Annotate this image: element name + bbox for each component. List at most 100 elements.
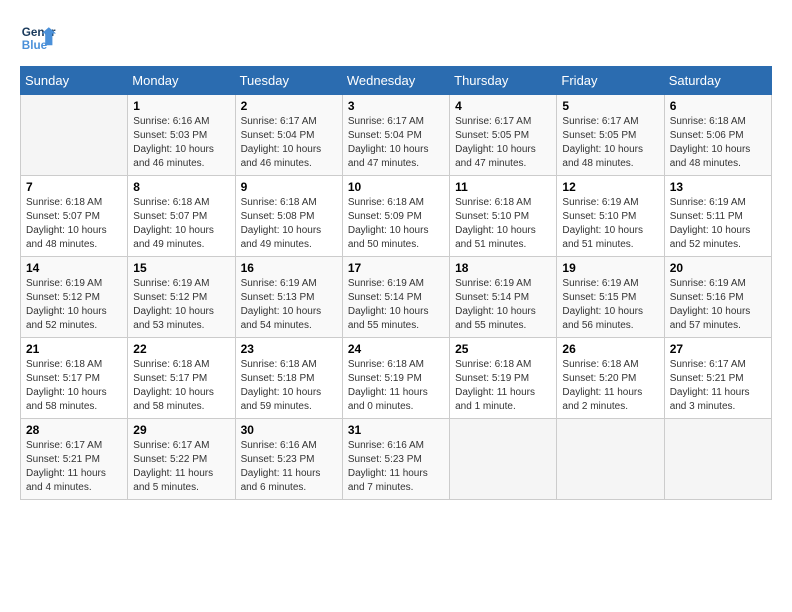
weekday-header-thursday: Thursday <box>450 67 557 95</box>
day-info: Sunrise: 6:17 AM Sunset: 5:04 PM Dayligh… <box>241 115 337 171</box>
day-number: 9 <box>241 180 337 194</box>
day-info: Sunrise: 6:19 AM Sunset: 5:11 PM Dayligh… <box>670 196 766 252</box>
day-number: 23 <box>241 342 337 356</box>
weekday-header-tuesday: Tuesday <box>235 67 342 95</box>
day-number: 27 <box>670 342 766 356</box>
day-info: Sunrise: 6:19 AM Sunset: 5:12 PM Dayligh… <box>133 277 229 333</box>
day-number: 7 <box>26 180 122 194</box>
logo: General Blue <box>20 20 56 56</box>
day-cell: 31 Sunrise: 6:16 AM Sunset: 5:23 PM Dayl… <box>342 419 449 500</box>
week-row-3: 14 Sunrise: 6:19 AM Sunset: 5:12 PM Dayl… <box>21 257 772 338</box>
day-cell: 3 Sunrise: 6:17 AM Sunset: 5:04 PM Dayli… <box>342 95 449 176</box>
day-info: Sunrise: 6:18 AM Sunset: 5:20 PM Dayligh… <box>562 358 658 414</box>
day-info: Sunrise: 6:19 AM Sunset: 5:12 PM Dayligh… <box>26 277 122 333</box>
day-info: Sunrise: 6:18 AM Sunset: 5:08 PM Dayligh… <box>241 196 337 252</box>
day-info: Sunrise: 6:17 AM Sunset: 5:05 PM Dayligh… <box>455 115 551 171</box>
logo-icon: General Blue <box>20 20 56 56</box>
weekday-header-wednesday: Wednesday <box>342 67 449 95</box>
day-info: Sunrise: 6:17 AM Sunset: 5:21 PM Dayligh… <box>26 439 122 495</box>
day-number: 29 <box>133 423 229 437</box>
day-cell: 30 Sunrise: 6:16 AM Sunset: 5:23 PM Dayl… <box>235 419 342 500</box>
day-info: Sunrise: 6:19 AM Sunset: 5:10 PM Dayligh… <box>562 196 658 252</box>
day-number: 13 <box>670 180 766 194</box>
day-cell: 28 Sunrise: 6:17 AM Sunset: 5:21 PM Dayl… <box>21 419 128 500</box>
day-cell: 8 Sunrise: 6:18 AM Sunset: 5:07 PM Dayli… <box>128 176 235 257</box>
day-cell <box>557 419 664 500</box>
week-row-1: 1 Sunrise: 6:16 AM Sunset: 5:03 PM Dayli… <box>21 95 772 176</box>
day-info: Sunrise: 6:16 AM Sunset: 5:03 PM Dayligh… <box>133 115 229 171</box>
day-info: Sunrise: 6:17 AM Sunset: 5:21 PM Dayligh… <box>670 358 766 414</box>
weekday-header-friday: Friday <box>557 67 664 95</box>
week-row-4: 21 Sunrise: 6:18 AM Sunset: 5:17 PM Dayl… <box>21 338 772 419</box>
day-info: Sunrise: 6:19 AM Sunset: 5:14 PM Dayligh… <box>348 277 444 333</box>
day-cell: 19 Sunrise: 6:19 AM Sunset: 5:15 PM Dayl… <box>557 257 664 338</box>
day-number: 31 <box>348 423 444 437</box>
weekday-header-row: SundayMondayTuesdayWednesdayThursdayFrid… <box>21 67 772 95</box>
day-info: Sunrise: 6:18 AM Sunset: 5:06 PM Dayligh… <box>670 115 766 171</box>
day-cell: 26 Sunrise: 6:18 AM Sunset: 5:20 PM Dayl… <box>557 338 664 419</box>
day-info: Sunrise: 6:18 AM Sunset: 5:19 PM Dayligh… <box>455 358 551 414</box>
day-number: 3 <box>348 99 444 113</box>
day-cell: 5 Sunrise: 6:17 AM Sunset: 5:05 PM Dayli… <box>557 95 664 176</box>
day-number: 12 <box>562 180 658 194</box>
day-cell <box>664 419 771 500</box>
day-cell: 21 Sunrise: 6:18 AM Sunset: 5:17 PM Dayl… <box>21 338 128 419</box>
day-info: Sunrise: 6:18 AM Sunset: 5:18 PM Dayligh… <box>241 358 337 414</box>
day-cell: 25 Sunrise: 6:18 AM Sunset: 5:19 PM Dayl… <box>450 338 557 419</box>
day-cell: 23 Sunrise: 6:18 AM Sunset: 5:18 PM Dayl… <box>235 338 342 419</box>
day-info: Sunrise: 6:16 AM Sunset: 5:23 PM Dayligh… <box>241 439 337 495</box>
day-number: 1 <box>133 99 229 113</box>
day-info: Sunrise: 6:19 AM Sunset: 5:13 PM Dayligh… <box>241 277 337 333</box>
day-number: 15 <box>133 261 229 275</box>
day-number: 19 <box>562 261 658 275</box>
day-info: Sunrise: 6:18 AM Sunset: 5:09 PM Dayligh… <box>348 196 444 252</box>
day-info: Sunrise: 6:18 AM Sunset: 5:10 PM Dayligh… <box>455 196 551 252</box>
day-number: 26 <box>562 342 658 356</box>
weekday-header-sunday: Sunday <box>21 67 128 95</box>
calendar-table: SundayMondayTuesdayWednesdayThursdayFrid… <box>20 66 772 500</box>
day-number: 20 <box>670 261 766 275</box>
day-info: Sunrise: 6:18 AM Sunset: 5:07 PM Dayligh… <box>26 196 122 252</box>
day-info: Sunrise: 6:17 AM Sunset: 5:04 PM Dayligh… <box>348 115 444 171</box>
day-number: 25 <box>455 342 551 356</box>
day-number: 28 <box>26 423 122 437</box>
weekday-header-monday: Monday <box>128 67 235 95</box>
day-number: 24 <box>348 342 444 356</box>
day-cell: 13 Sunrise: 6:19 AM Sunset: 5:11 PM Dayl… <box>664 176 771 257</box>
day-number: 17 <box>348 261 444 275</box>
day-info: Sunrise: 6:19 AM Sunset: 5:15 PM Dayligh… <box>562 277 658 333</box>
day-cell: 11 Sunrise: 6:18 AM Sunset: 5:10 PM Dayl… <box>450 176 557 257</box>
day-number: 10 <box>348 180 444 194</box>
week-row-2: 7 Sunrise: 6:18 AM Sunset: 5:07 PM Dayli… <box>21 176 772 257</box>
day-cell: 24 Sunrise: 6:18 AM Sunset: 5:19 PM Dayl… <box>342 338 449 419</box>
day-info: Sunrise: 6:18 AM Sunset: 5:07 PM Dayligh… <box>133 196 229 252</box>
day-cell: 20 Sunrise: 6:19 AM Sunset: 5:16 PM Dayl… <box>664 257 771 338</box>
day-info: Sunrise: 6:17 AM Sunset: 5:22 PM Dayligh… <box>133 439 229 495</box>
day-info: Sunrise: 6:18 AM Sunset: 5:19 PM Dayligh… <box>348 358 444 414</box>
day-cell <box>21 95 128 176</box>
day-info: Sunrise: 6:19 AM Sunset: 5:14 PM Dayligh… <box>455 277 551 333</box>
day-cell: 14 Sunrise: 6:19 AM Sunset: 5:12 PM Dayl… <box>21 257 128 338</box>
svg-text:Blue: Blue <box>22 39 48 52</box>
day-number: 14 <box>26 261 122 275</box>
day-cell: 7 Sunrise: 6:18 AM Sunset: 5:07 PM Dayli… <box>21 176 128 257</box>
day-info: Sunrise: 6:18 AM Sunset: 5:17 PM Dayligh… <box>26 358 122 414</box>
day-cell: 4 Sunrise: 6:17 AM Sunset: 5:05 PM Dayli… <box>450 95 557 176</box>
day-number: 6 <box>670 99 766 113</box>
day-cell: 15 Sunrise: 6:19 AM Sunset: 5:12 PM Dayl… <box>128 257 235 338</box>
day-cell: 22 Sunrise: 6:18 AM Sunset: 5:17 PM Dayl… <box>128 338 235 419</box>
day-info: Sunrise: 6:16 AM Sunset: 5:23 PM Dayligh… <box>348 439 444 495</box>
day-cell: 6 Sunrise: 6:18 AM Sunset: 5:06 PM Dayli… <box>664 95 771 176</box>
day-cell: 2 Sunrise: 6:17 AM Sunset: 5:04 PM Dayli… <box>235 95 342 176</box>
day-number: 22 <box>133 342 229 356</box>
day-number: 16 <box>241 261 337 275</box>
day-cell <box>450 419 557 500</box>
day-number: 2 <box>241 99 337 113</box>
day-number: 21 <box>26 342 122 356</box>
day-cell: 1 Sunrise: 6:16 AM Sunset: 5:03 PM Dayli… <box>128 95 235 176</box>
day-number: 18 <box>455 261 551 275</box>
day-number: 11 <box>455 180 551 194</box>
day-info: Sunrise: 6:17 AM Sunset: 5:05 PM Dayligh… <box>562 115 658 171</box>
day-number: 5 <box>562 99 658 113</box>
day-cell: 27 Sunrise: 6:17 AM Sunset: 5:21 PM Dayl… <box>664 338 771 419</box>
